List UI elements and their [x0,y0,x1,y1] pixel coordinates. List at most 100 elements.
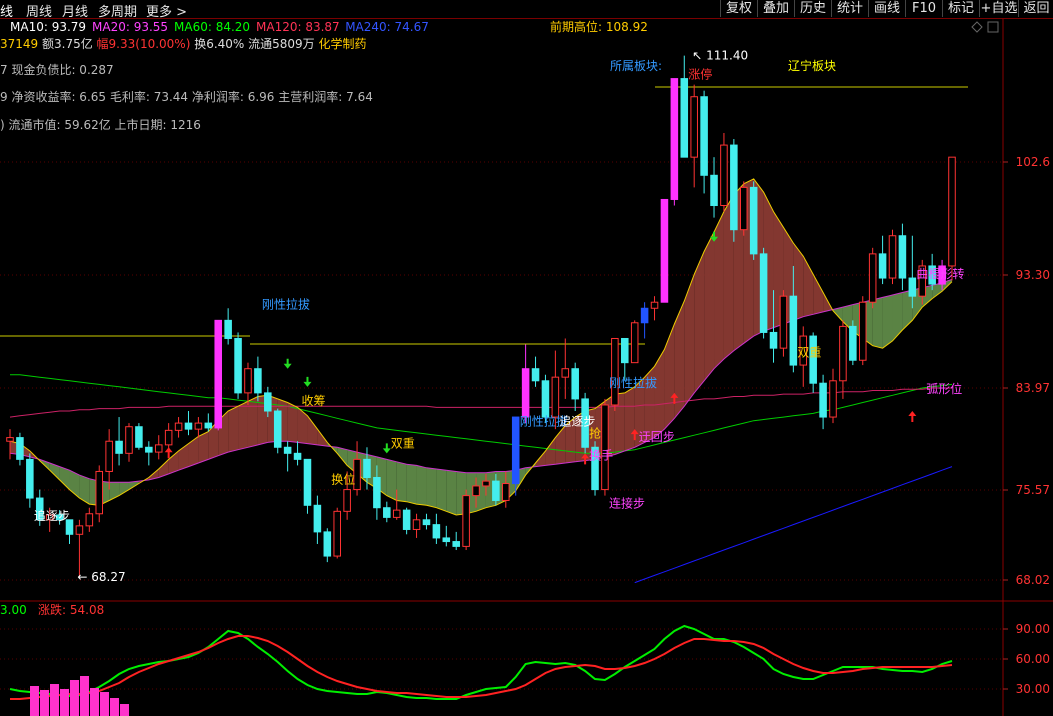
candle-body [313,504,322,533]
signal-label: 双重 [797,346,821,360]
candle-body [402,509,411,530]
indicator-legend-item: 3.00 [0,603,27,617]
ma-legend-item: MA20: 93.55 [92,20,168,34]
signal-label: 收筹 [302,394,326,408]
candle-body [690,96,698,158]
price-tick-label: 83.97 [1016,381,1050,395]
candle-body [154,444,163,453]
candle-body [85,513,94,527]
candle-body [452,541,460,547]
candle-body [888,235,897,279]
candle-body [839,325,847,382]
candle-body [432,524,441,539]
candle-body [749,186,758,255]
volume-bar [80,676,89,716]
candle-body [145,446,153,453]
high-price-label: ↖ 111.40 [692,49,748,63]
candle-body [184,422,193,430]
ma120-line [9,387,952,418]
signal-label: 曲棍形转 [916,266,964,281]
candle-body [948,156,956,267]
ma-ribbon-segment [704,232,715,381]
volume-bar [100,692,109,716]
candle-body [611,337,619,406]
ma-ribbon-segment [882,294,893,349]
ma-ribbon-segment [872,297,883,349]
candle-body [829,380,837,418]
sector-label: 所属板块: [610,59,662,73]
candle-body [293,452,302,460]
candle-body [214,319,223,429]
ma-ribbon-segment [396,461,407,502]
ma-ribbon-segment [337,447,348,466]
indicator-legend-item: 涨跌: 54.08 [38,602,104,617]
candle-body [442,537,451,543]
signal-label: 连接步 [609,496,645,511]
ma-legend-item: MA60: 84.20 [174,20,250,34]
info-line-1: 37149 额3.75亿 幅9.33(10.00%) 换6.40% 流通5809… [0,36,367,51]
candle-body [264,392,272,412]
ma-legend-item: MA10: 93.79 [10,20,86,34]
ma-ribbon-segment [247,396,258,448]
indicator-tick-label: 60.00 [1016,652,1050,666]
ma-ribbon-segment [297,407,308,444]
candle-body [204,422,213,429]
volume-bar [110,698,119,716]
candle-body [6,437,14,442]
candle-body [621,337,629,364]
candle-body [125,426,133,454]
candle-body [680,78,689,158]
signal-label: 弧形位 [926,381,962,396]
candle-body [234,337,242,394]
candle-body [75,525,84,535]
ma-ribbon-segment [674,301,685,419]
ma-ribbon-segment [654,349,665,438]
info-segment: 额3.75亿 [38,36,96,51]
indicator-tick-label: 30.00 [1016,682,1050,696]
candle-body [868,253,877,303]
profitability-ratios: 9 净资收益率: 6.65 毛利率: 73.44 净利润率: 6.96 主营利润… [0,89,373,104]
ma-ribbon-segment [684,274,695,407]
price-tick-label: 93.30 [1016,268,1050,282]
signal-label: 迂回步 [639,430,675,444]
window-toggle-icon[interactable] [987,21,999,33]
candle-body [462,495,470,547]
ma-ribbon-segment [307,415,318,445]
info-segment: 幅9.33(10.00%) [97,36,191,51]
diamond-icon[interactable] [971,21,983,33]
ma-ribbon-segment [119,482,129,496]
candle-body [640,307,649,324]
signal-label: 抢 [589,426,601,441]
buy-arrow-icon [908,411,917,423]
candle-body [244,368,252,394]
candle-body [392,509,401,518]
candle-body [502,483,510,501]
candle-body [710,174,718,207]
candle-body [422,519,431,526]
sell-arrow-icon [283,358,292,369]
candle-body [472,485,480,497]
candle-body [194,422,203,430]
candle-body [561,368,570,378]
candle-body [660,198,669,303]
price-tick-label: 102.6 [1016,155,1050,169]
ma-ribbon-segment [198,431,209,463]
kline-chart[interactable]: 102.6 93.30 83.97 75.57 68.02 90.00 60.00 30.00… [0,0,1053,716]
candle-body [26,458,34,499]
candle-body [730,144,738,231]
signal-label: 刚性拉拔 [262,296,310,311]
candle-body [858,301,867,361]
ma240-line [634,466,953,584]
candle-body [898,235,907,279]
candle-body [135,426,143,448]
candle-body [482,480,490,487]
candle-body [333,510,341,557]
ma-ribbon-segment [386,459,397,501]
ma-ribbon-segment [714,211,724,369]
candle-body [571,368,579,400]
info-segment: 37149 [0,37,38,51]
signal-label: 追逐步 [34,508,70,523]
candle-body [254,368,262,394]
candle-body [769,331,778,349]
candle-body [16,437,24,460]
